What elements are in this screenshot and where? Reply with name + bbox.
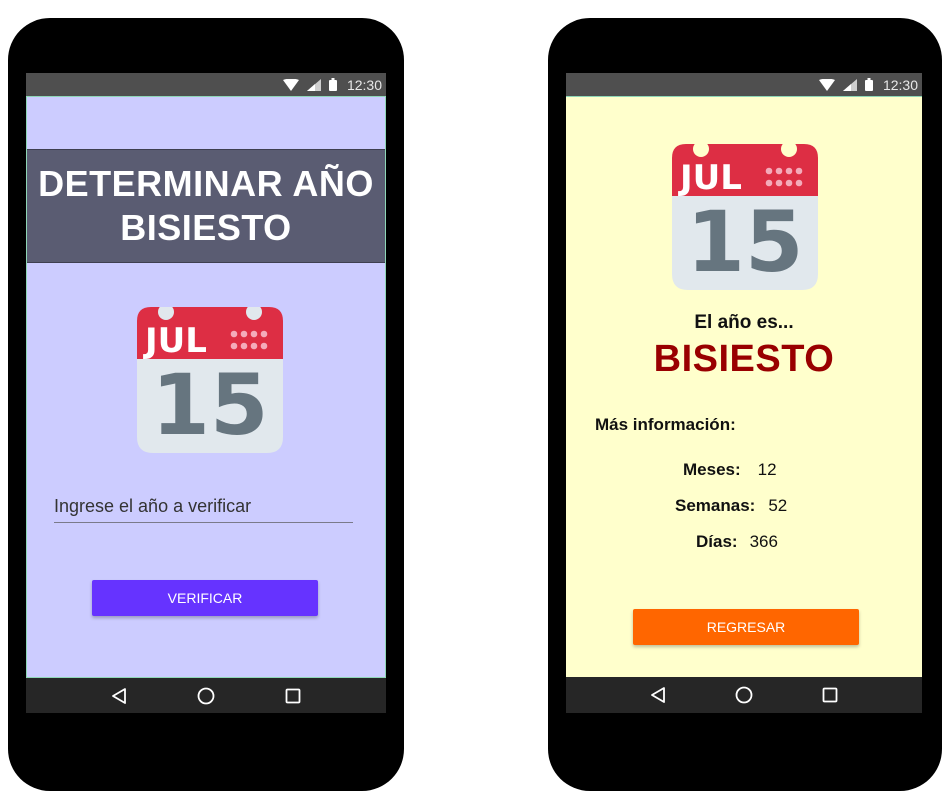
calendar-month: JUL <box>678 158 742 198</box>
stat-row-months: Meses: 12 <box>683 460 777 480</box>
recents-nav-icon[interactable] <box>285 688 301 704</box>
title-line-1: DETERMINAR AÑO <box>38 163 374 204</box>
nav-bar <box>566 677 922 713</box>
year-input-field[interactable] <box>54 492 353 523</box>
calendar-icon: JUL 15 <box>137 304 283 454</box>
battery-icon <box>328 78 337 91</box>
status-bar: 12:30 <box>566 73 922 96</box>
nav-bar <box>26 678 386 713</box>
calendar-month: JUL <box>143 321 207 361</box>
screen-input: 12:30 DETERMINAR AÑO BISIESTO JUL 15 Ing… <box>26 73 386 713</box>
stat-value: 12 <box>757 460 777 479</box>
battery-icon <box>864 78 873 91</box>
status-time: 12:30 <box>346 76 382 93</box>
back-button[interactable]: REGRESAR <box>633 609 859 645</box>
phone-frame-left: 12:30 DETERMINAR AÑO BISIESTO JUL 15 Ing… <box>8 18 404 791</box>
title-banner: DETERMINAR AÑO BISIESTO <box>27 149 385 263</box>
stat-label: Meses: <box>683 460 741 479</box>
back-nav-icon[interactable] <box>111 687 127 704</box>
status-time: 12:30 <box>882 76 918 93</box>
wifi-icon <box>818 78 835 91</box>
stat-value: 366 <box>749 532 778 551</box>
back-nav-icon[interactable] <box>650 687 666 703</box>
screen-result: 12:30 JUL 15 El año es... BISIESTO Más i… <box>566 73 922 713</box>
signal-icon <box>306 78 321 91</box>
calendar-icon: JUL 15 <box>672 141 818 291</box>
more-info-label: Más información: <box>595 415 736 434</box>
year-input[interactable] <box>54 492 353 520</box>
result-intro: El año es... <box>694 312 794 333</box>
home-nav-icon[interactable] <box>197 687 215 705</box>
stat-label: Semanas: <box>675 496 756 515</box>
calendar-day: 15 <box>152 356 269 453</box>
wifi-icon <box>282 78 299 91</box>
stat-row-weeks: Semanas: 52 <box>675 496 787 516</box>
stat-value: 52 <box>768 496 788 515</box>
page-title: DETERMINAR AÑO BISIESTO <box>38 162 374 250</box>
result-value: BISIESTO <box>653 338 835 380</box>
app-content-input: DETERMINAR AÑO BISIESTO JUL 15 Ingrese e… <box>26 96 386 678</box>
stat-row-days: Días: 366 <box>696 532 778 552</box>
title-line-2: BISIESTO <box>120 207 292 248</box>
app-content-result: JUL 15 El año es... BISIESTO Más informa… <box>566 96 922 677</box>
status-bar: 12:30 <box>26 73 386 96</box>
stat-label: Días: <box>696 532 738 551</box>
calendar-day: 15 <box>687 193 804 290</box>
home-nav-icon[interactable] <box>735 686 753 704</box>
recents-nav-icon[interactable] <box>822 687 838 703</box>
phone-frame-right: 12:30 JUL 15 El año es... BISIESTO Más i… <box>548 18 942 791</box>
signal-icon <box>842 78 857 91</box>
verify-button[interactable]: VERIFICAR <box>92 580 318 616</box>
